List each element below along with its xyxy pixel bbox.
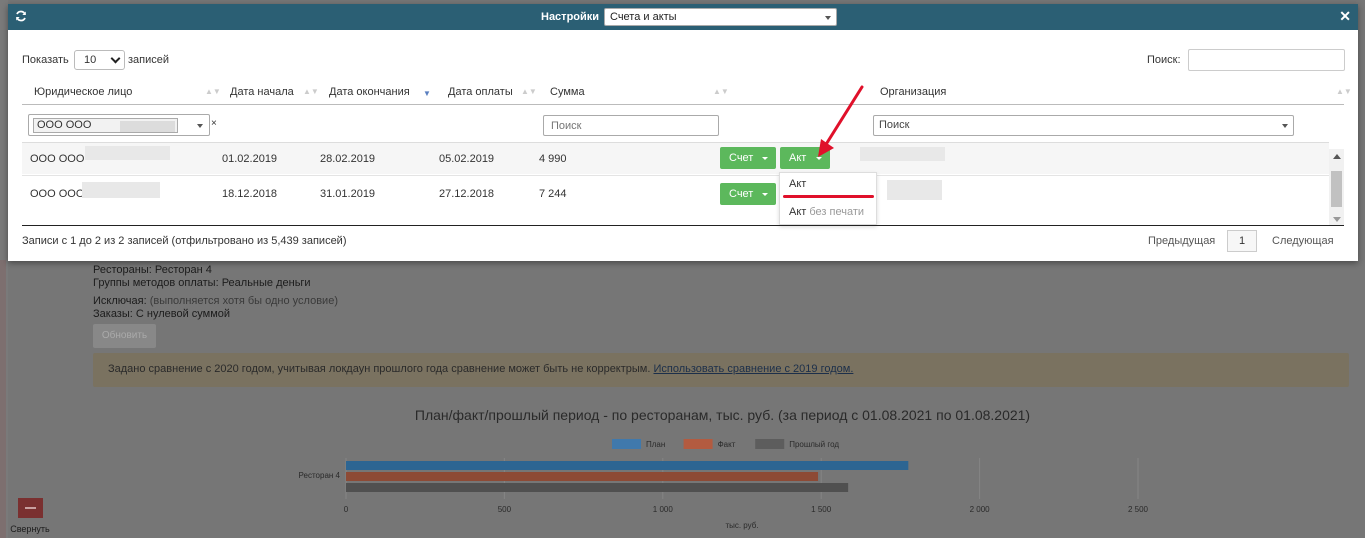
sum-filter-input[interactable]: [543, 115, 719, 136]
col-header-sum[interactable]: Сумма: [550, 86, 585, 98]
cell-sum: 7 244: [539, 188, 567, 200]
sort-icon: ▲▼: [713, 87, 729, 96]
table-row: ООО ООО 01.02.2019 28.02.2019 05.02.2019…: [22, 142, 1329, 174]
col-header-end-date[interactable]: Дата окончания: [329, 86, 410, 98]
col-header-payment-date[interactable]: Дата оплаты: [448, 86, 513, 98]
filter-summary-payment-groups: Группы методов оплаты: Реальные деньги: [93, 277, 311, 289]
legend-label: План: [646, 440, 665, 449]
search-label: Поиск:: [1147, 54, 1181, 66]
sort-icon: ▲▼: [303, 87, 319, 96]
cell-end-date: 28.02.2019: [320, 153, 376, 165]
x-tick-label: 1 000: [653, 505, 674, 514]
table-info: Записи с 1 до 2 из 2 записей (отфильтров…: [22, 235, 347, 247]
chevron-down-icon: [762, 193, 768, 196]
cell-entity: ООО ООО: [30, 153, 85, 165]
selected-entity-tag[interactable]: ООО ООО: [33, 118, 178, 133]
x-tick-label: 500: [498, 505, 512, 514]
x-tick-label: 0: [344, 505, 349, 514]
chevron-down-icon: [197, 124, 203, 128]
scroll-up-icon[interactable]: [1333, 154, 1341, 159]
menu-item-act-without-stamp[interactable]: Акт без печати: [789, 206, 864, 218]
category-label: Ресторан 4: [299, 471, 341, 480]
chart-title: План/факт/прошлый период - по ресторанам…: [414, 407, 1031, 423]
prev-page-button[interactable]: Предыдущая: [1148, 235, 1215, 247]
document-type-select[interactable]: Счета и акты: [604, 8, 837, 26]
filter-summary-excluding: Исключая: (выполняется хотя бы одно усло…: [93, 295, 338, 307]
modal-header: Настройки Счета и акты ✕: [8, 4, 1358, 30]
scroll-down-icon[interactable]: [1333, 217, 1341, 222]
chevron-down-icon: [110, 53, 121, 64]
menu-item-act[interactable]: Акт: [789, 178, 806, 190]
clear-filter-icon[interactable]: ×: [211, 118, 217, 129]
sort-desc-icon: ▼: [423, 89, 431, 98]
page-number-button[interactable]: 1: [1227, 230, 1257, 252]
redacted-text: [85, 146, 170, 160]
search-input[interactable]: [1188, 49, 1345, 71]
bar-2: [346, 483, 849, 492]
col-header-organization[interactable]: Организация: [880, 86, 946, 98]
col-header-legal-entity[interactable]: Юридическое лицо: [34, 86, 132, 98]
legend-swatch: [683, 439, 713, 449]
filter-summary-restaurants: Рестораны: Ресторан 4: [93, 264, 212, 276]
use-2019-link[interactable]: Использовать сравнение с 2019 годом.: [653, 363, 853, 375]
sort-icon: ▲▼: [521, 87, 537, 96]
legend-label: Прошлый год: [789, 440, 839, 449]
cell-start-date: 01.02.2019: [222, 153, 278, 165]
settings-modal: Настройки Счета и акты ✕ Показать 10 зап…: [8, 4, 1358, 261]
redacted-text: [120, 121, 175, 132]
sort-icon: ▲▼: [205, 87, 221, 96]
next-page-button[interactable]: Следующая: [1272, 235, 1334, 247]
modal-title: Настройки: [541, 11, 600, 23]
bar-0: [346, 461, 909, 470]
refresh-icon[interactable]: [15, 10, 27, 22]
x-tick-label: 2 500: [1128, 505, 1149, 514]
legal-entity-filter[interactable]: ООО ООО: [28, 114, 210, 136]
table-scrollbar[interactable]: [1329, 149, 1344, 226]
cell-payment-date: 27.12.2018: [439, 188, 495, 200]
highlight-underline: [783, 195, 874, 198]
refresh-report-button[interactable]: Обновить: [93, 324, 156, 348]
bar-1: [346, 472, 819, 481]
page-length-suffix: записей: [128, 54, 170, 66]
legend-swatch: [755, 439, 785, 449]
x-tick-label: 1 500: [811, 505, 832, 514]
chevron-down-icon: [1282, 124, 1288, 128]
cell-sum: 4 990: [539, 153, 567, 165]
legend-label: Факт: [718, 440, 736, 449]
sort-icon: ▲▼: [1336, 87, 1352, 96]
redacted-text: [82, 182, 160, 198]
cell-end-date: 31.01.2019: [320, 188, 376, 200]
organization-filter[interactable]: Поиск: [873, 115, 1294, 136]
chevron-down-icon: [825, 16, 831, 20]
comparison-alert: Задано сравнение с 2020 годом, учитывая …: [93, 353, 1349, 387]
chevron-down-icon: [762, 157, 768, 160]
x-axis-label: тыс. руб.: [725, 521, 758, 530]
invoice-button[interactable]: Счет: [720, 147, 776, 169]
invoice-button[interactable]: Счет: [720, 183, 776, 205]
annotation-arrow-icon: [818, 85, 864, 157]
scroll-thumb[interactable]: [1331, 171, 1342, 207]
x-tick-label: 2 000: [970, 505, 991, 514]
act-dropdown-menu: Акт Акт без печати: [779, 172, 877, 225]
cell-payment-date: 05.02.2019: [439, 153, 495, 165]
col-header-start-date[interactable]: Дата начала: [230, 86, 294, 98]
filter-summary-orders: Заказы: С нулевой суммой: [93, 308, 231, 320]
plan-fact-chart: План Факт Прошлый год 0 500 1 000 1 500 2 000 2 …: [299, 439, 1149, 530]
page-length-label: Показать: [22, 54, 69, 66]
footer-divider: [22, 225, 1344, 226]
legend-swatch: [612, 439, 641, 449]
header-divider: [22, 104, 1344, 105]
cell-start-date: 18.12.2018: [222, 188, 278, 200]
close-icon[interactable]: ✕: [1339, 9, 1351, 23]
collapse-sidebar-button[interactable]: Свернуть: [10, 498, 50, 534]
redacted-text: [887, 180, 942, 200]
page-length-select[interactable]: 10: [74, 50, 125, 70]
collapse-icon: [17, 498, 43, 518]
table-row: ООО ООО 18.12.2018 31.01.2019 27.12.2018…: [22, 175, 1329, 207]
cell-entity: ООО ООО: [30, 188, 85, 200]
